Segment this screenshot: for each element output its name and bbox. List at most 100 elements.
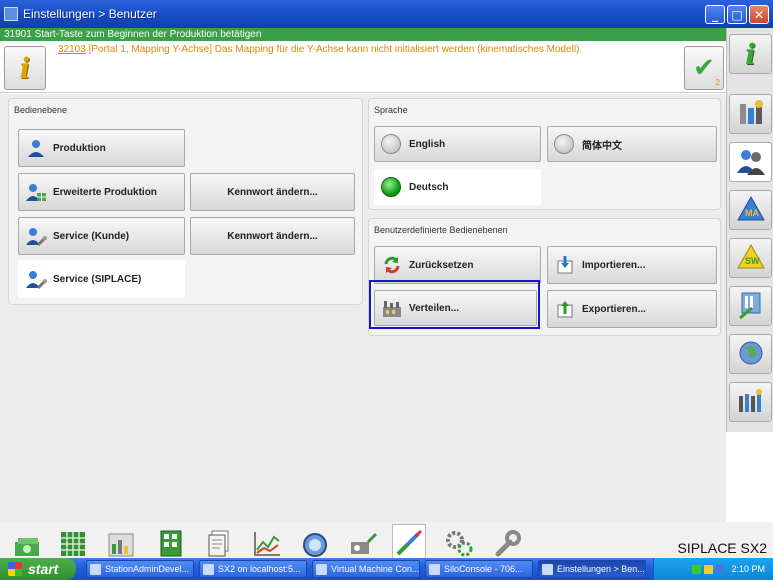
export-button[interactable]: Exportieren... <box>547 290 717 328</box>
level-label: Service (SIPLACE) <box>53 273 142 285</box>
maximize-button[interactable]: □ <box>727 5 747 24</box>
taskbar: start StationAdminDevel... SX2 on localh… <box>0 558 773 580</box>
language-option-chinese[interactable]: 简体中文 <box>547 126 717 162</box>
clock: 2:10 PM <box>731 564 765 574</box>
sidebar-item-tools[interactable] <box>729 94 772 134</box>
info-icon: i <box>745 37 756 71</box>
minimize-button[interactable]: _ <box>705 5 725 24</box>
status-bar: 31901 Start-Taste zum Beginnen der Produ… <box>0 28 726 41</box>
sidebar-item-ma[interactable]: MA <box>729 190 772 230</box>
task-label: SiloConsole - 706... <box>444 564 523 574</box>
change-password-button-1[interactable]: Kennwort ändern... <box>190 173 355 211</box>
trend-icon[interactable] <box>250 524 284 558</box>
radio-indicator <box>554 134 574 154</box>
group-title-sprache: Sprache <box>374 105 408 115</box>
app-icon <box>90 563 101 575</box>
board-icon[interactable] <box>154 524 188 558</box>
language-option-english[interactable]: English <box>374 126 541 162</box>
task-label: Einstellungen > Ben... <box>557 564 645 574</box>
ma-icon: MA <box>736 194 766 227</box>
taskbar-item-stationadmin[interactable]: StationAdminDevel... <box>86 560 194 578</box>
import-button[interactable]: Importieren... <box>547 246 717 284</box>
chart-bars-icon[interactable] <box>104 524 138 558</box>
money-icon[interactable] <box>10 524 44 558</box>
feeder-icon[interactable] <box>346 524 380 558</box>
checkmark-icon: ✔ <box>693 53 715 83</box>
window-titlebar: Einstellungen > Benutzer _ □ ✕ <box>0 0 773 28</box>
message-body: [Portal 1, Mapping Y-Achse] Das Mapping … <box>85 44 580 55</box>
group-title-bedienebene: Bedienebene <box>14 105 68 115</box>
sidebar-item-tool-rack[interactable] <box>729 382 772 422</box>
taskbar-item-sx2[interactable]: SX2 on localhost:5... <box>199 560 307 578</box>
level-button-produktion[interactable]: Produktion <box>18 129 185 167</box>
grid-icon[interactable] <box>56 524 90 558</box>
message-code-link[interactable]: 32103 <box>58 44 86 55</box>
volume-icon[interactable] <box>716 564 726 574</box>
task-label: SX2 on localhost:5... <box>218 564 301 574</box>
documents-icon[interactable] <box>202 524 236 558</box>
app-icon <box>316 563 327 575</box>
wrench-icon[interactable] <box>490 524 524 558</box>
import-icon <box>554 254 576 276</box>
level-button-service-siplace[interactable]: Service (SIPLACE) <box>18 260 185 298</box>
sidebar-item-users[interactable] <box>729 142 772 182</box>
reset-label: Zurücksetzen <box>409 259 474 271</box>
window-controls: _ □ ✕ <box>705 5 769 24</box>
group-title-custom-levels: Benutzerdefinierte Bedienebenen <box>374 225 508 235</box>
right-sidebar: i MA SW <box>726 28 773 432</box>
sidebar-item-device-settings[interactable] <box>729 286 772 326</box>
sidebar-item-sw[interactable]: SW <box>729 238 772 278</box>
info-button[interactable]: i <box>4 46 46 90</box>
language-label: Deutsch <box>409 181 449 193</box>
bottom-toolbar: SIPLACE SX2 <box>0 522 773 558</box>
window-title: Einstellungen > Benutzer <box>23 7 157 21</box>
user-wrench-icon <box>25 268 47 290</box>
shield-icon[interactable] <box>704 564 714 574</box>
globe-icon <box>736 338 766 371</box>
user-icon <box>25 137 47 159</box>
reset-button[interactable]: Zurücksetzen <box>374 246 541 284</box>
windows-logo-icon <box>8 562 22 576</box>
start-button[interactable]: start <box>0 558 76 580</box>
sidebar-info-button[interactable]: i <box>729 34 772 74</box>
refresh-arrows-icon <box>381 254 403 276</box>
taskbar-item-virtual-machine[interactable]: Virtual Machine Con... <box>312 560 420 578</box>
message-count-badge: 2 <box>715 78 720 87</box>
level-label: Erweiterte Produktion <box>53 186 157 198</box>
taskbar-item-einstellungen[interactable]: Einstellungen > Ben... <box>538 560 646 578</box>
acknowledge-button[interactable]: ✔ 2 <box>684 46 724 90</box>
change-password-button-2[interactable]: Kennwort ändern... <box>190 217 355 255</box>
system-tray: 2:10 PM <box>653 558 773 580</box>
language-label: 简体中文 <box>582 140 622 152</box>
language-label: English <box>409 138 446 150</box>
taskbar-item-siloconsole[interactable]: SiloConsole - 706... <box>425 560 533 578</box>
user-wrench-icon <box>25 225 47 247</box>
pen-icon[interactable] <box>392 524 426 558</box>
level-button-extended-production[interactable]: Erweiterte Produktion <box>18 173 185 211</box>
user-grid-icon <box>25 181 47 203</box>
app-icon <box>429 563 440 575</box>
focus-rectangle <box>369 280 540 329</box>
ma-label: MA <box>745 208 759 218</box>
sw-label: SW <box>745 256 760 266</box>
close-button[interactable]: ✕ <box>749 5 769 24</box>
level-label: Produktion <box>53 142 106 154</box>
users-icon <box>736 146 766 179</box>
level-label: Service (Kunde) <box>53 230 130 242</box>
device-settings-icon <box>736 290 766 323</box>
sidebar-item-globe[interactable] <box>729 334 772 374</box>
language-option-deutsch[interactable]: Deutsch <box>374 169 541 205</box>
level-button-service-customer[interactable]: Service (Kunde) <box>18 217 185 255</box>
export-label: Exportieren... <box>582 303 646 315</box>
camera-icon[interactable] <box>298 524 332 558</box>
gears-icon[interactable] <box>442 524 476 558</box>
task-label: StationAdminDevel... <box>105 564 190 574</box>
start-label: start <box>28 561 59 577</box>
task-label: Virtual Machine Con... <box>331 564 420 574</box>
sw-icon: SW <box>736 242 766 275</box>
app-icon <box>203 563 214 575</box>
message-text: 32103 [Portal 1, Mapping Y-Achse] Das Ma… <box>58 44 678 55</box>
network-icon[interactable] <box>692 564 702 574</box>
import-label: Importieren... <box>582 259 646 271</box>
app-icon <box>4 7 18 21</box>
